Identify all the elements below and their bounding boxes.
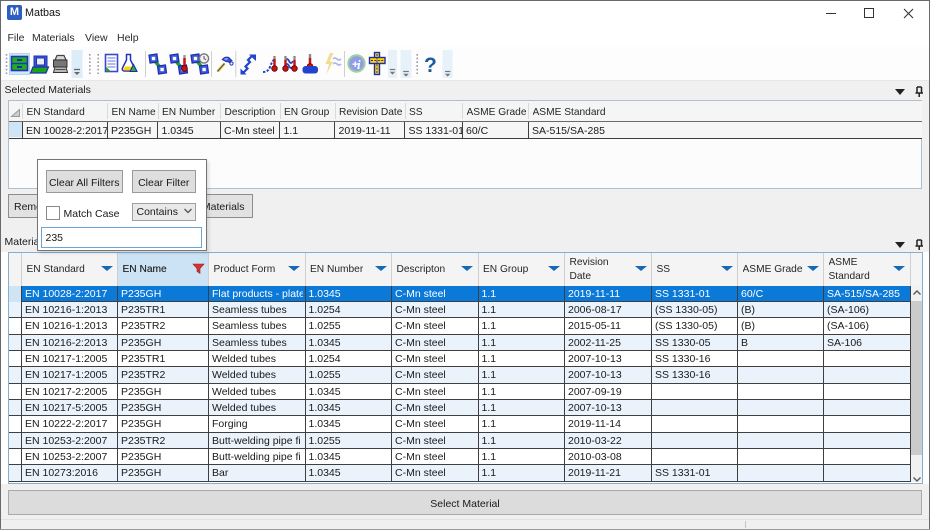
svg-text:?: ? xyxy=(424,54,437,77)
svg-text:i: i xyxy=(357,57,361,72)
